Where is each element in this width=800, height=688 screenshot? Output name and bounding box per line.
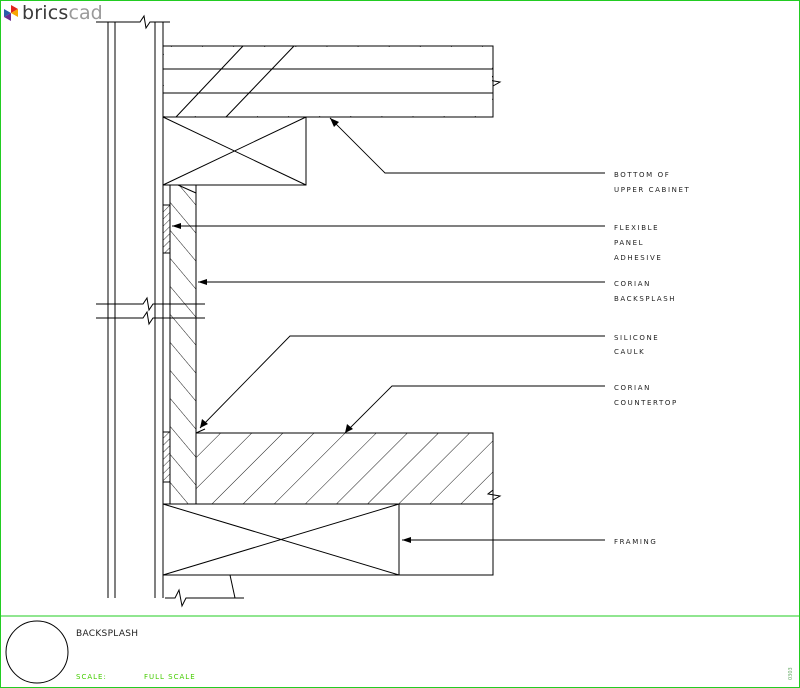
detail-bubble: [5, 620, 69, 684]
callout-countertop-line1: CORIAN: [614, 384, 651, 392]
scale-label: SCALE:: [76, 673, 107, 681]
detail-title: BACKSPLASH: [76, 629, 138, 639]
callout-framing: FRAMING: [614, 538, 657, 546]
upper-cabinet-block: [162, 116, 307, 186]
callout-adhesive-line2: PANEL: [614, 239, 644, 247]
callout-caulk-line1: SILICONE: [614, 334, 659, 342]
adhesive-strip-upper: [162, 204, 171, 254]
callout-countertop-line2: COUNTERTOP: [614, 399, 678, 407]
bricscad-logo: brics cad: [4, 2, 103, 24]
callout-backsplash-line1: CORIAN: [614, 280, 651, 288]
callout-adhesive-line1: FLEXIBLE: [614, 224, 659, 232]
countertop: [195, 428, 502, 505]
callout-bottom-upper-cabinet-line1: BOTTOM OF: [614, 171, 670, 179]
callout-backsplash-line2: BACKSPLASH: [614, 295, 676, 303]
scale-value: FULL SCALE: [144, 673, 196, 681]
drawing-sheet: BOTTOM OF UPPER CABINET FLEXIBLE PANEL A…: [0, 0, 800, 688]
logo-text-cad: cad: [68, 2, 103, 24]
callout-bottom-upper-cabinet-line2: UPPER CABINET: [614, 186, 690, 194]
backsplash: [169, 184, 197, 505]
callout-caulk-line2: CAULK: [614, 348, 645, 356]
adhesive-strip-lower: [162, 431, 171, 483]
sheet-side-note: 0303: [788, 667, 794, 680]
framing-block: [162, 503, 494, 599]
logo-text-brics: brics: [22, 2, 69, 24]
callout-adhesive-line3: ADHESIVE: [614, 254, 662, 262]
bricscad-logo-icon: [4, 5, 18, 21]
